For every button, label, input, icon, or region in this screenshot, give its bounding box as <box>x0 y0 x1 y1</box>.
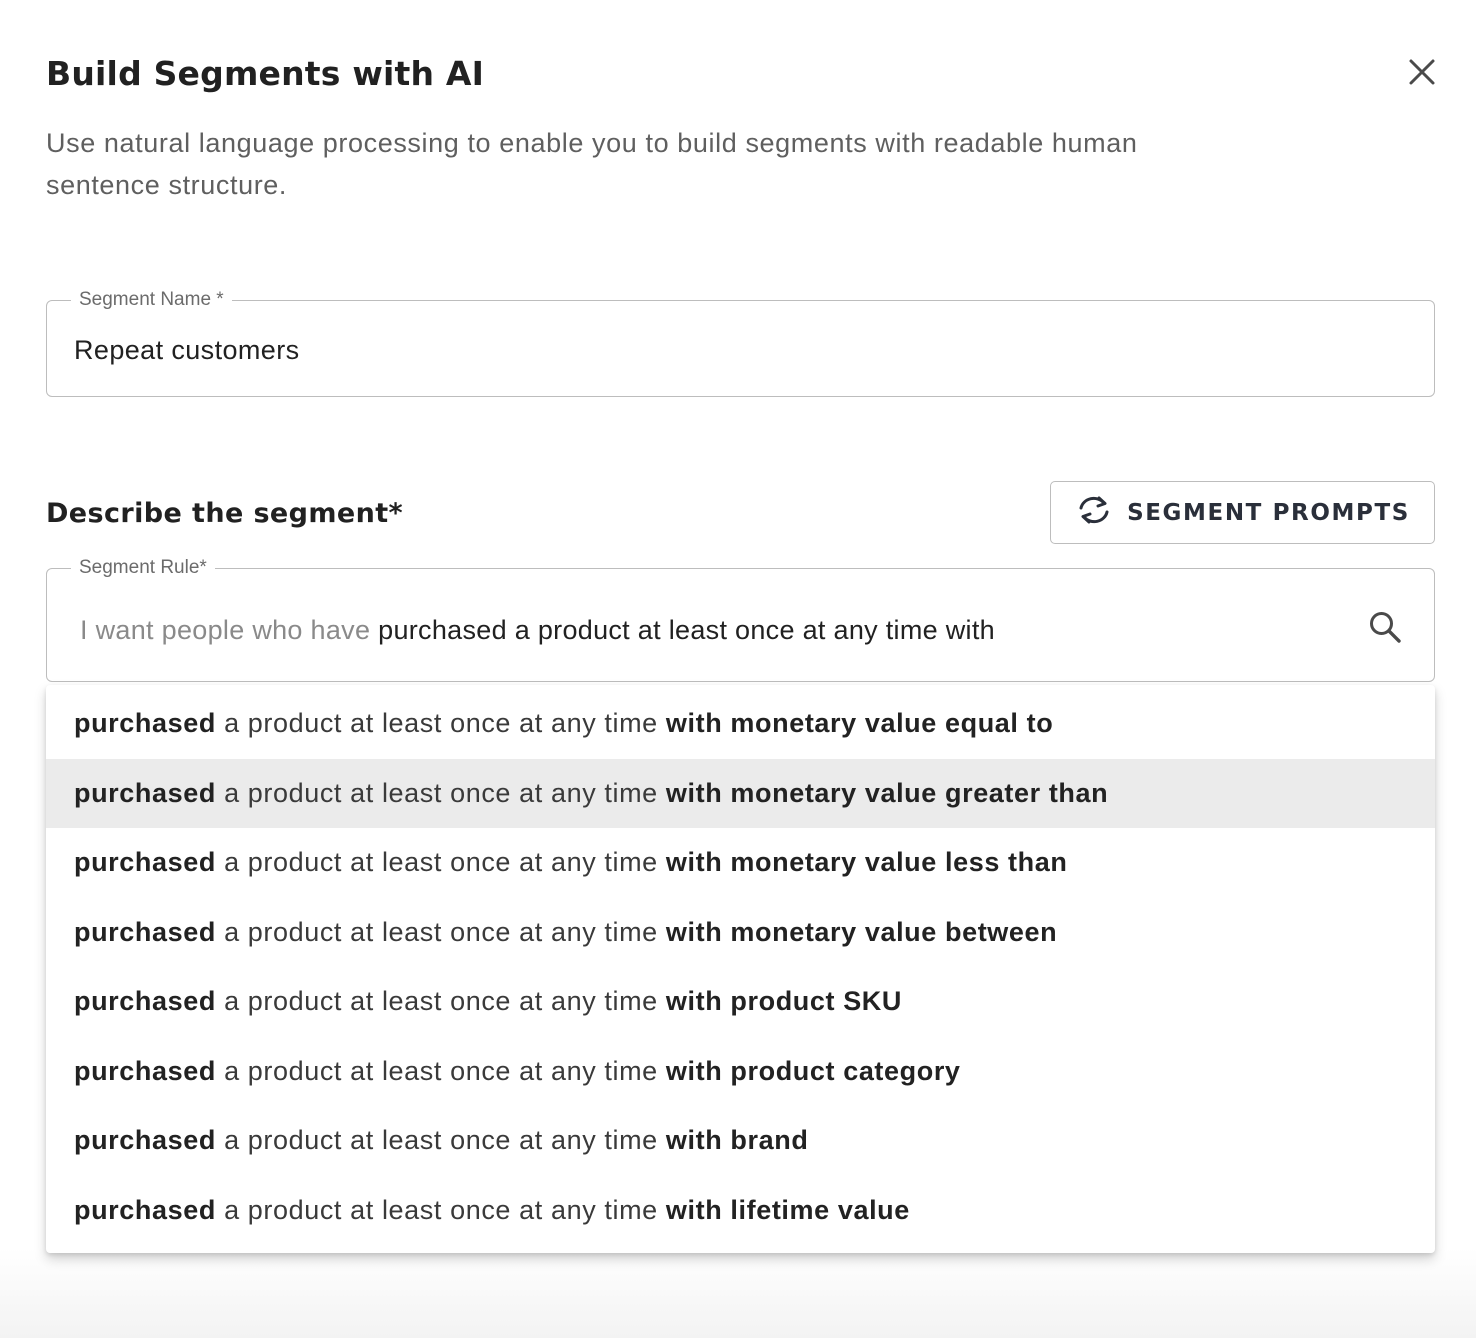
close-button[interactable] <box>1400 52 1444 96</box>
close-icon <box>1408 58 1436 91</box>
segment-name-input[interactable]: Repeat customers <box>74 330 300 370</box>
segment-rule-label: Segment Rule* <box>79 557 207 578</box>
suggestion-option[interactable]: purchased a product at least once at any… <box>46 689 1435 759</box>
refresh-icon <box>1075 494 1113 531</box>
suggestion-option[interactable]: purchased a product at least once at any… <box>46 1176 1435 1246</box>
segment-prompts-label: SEGMENT PROMPTS <box>1127 499 1410 526</box>
suggestion-option[interactable]: purchased a product at least once at any… <box>46 758 1435 828</box>
suggestion-option[interactable]: purchased a product at least once at any… <box>46 1037 1435 1107</box>
suggestion-option[interactable]: purchased a product at least once at any… <box>46 898 1435 968</box>
segment-name-label: Segment Name * <box>79 289 224 310</box>
describe-heading: Describe the segment* <box>46 498 404 529</box>
backdrop-fade <box>0 1248 1476 1338</box>
suggestions-dropdown: purchased a product at least once at any… <box>46 685 1435 1253</box>
suggestion-option[interactable]: purchased a product at least once at any… <box>46 828 1435 898</box>
segment-rule-prefix: I want people who have <box>80 615 371 645</box>
suggestion-option[interactable]: purchased a product at least once at any… <box>46 967 1435 1037</box>
dialog-description: Use natural language processing to enabl… <box>46 128 1138 200</box>
suggestion-option[interactable]: purchased a product at least once at any… <box>46 1106 1435 1176</box>
search-button[interactable] <box>1362 606 1408 652</box>
segment-prompts-button[interactable]: SEGMENT PROMPTS <box>1050 481 1435 544</box>
segment-rule-input[interactable]: I want people who have purchased a produ… <box>80 610 995 650</box>
search-icon <box>1368 610 1402 649</box>
segment-rule-value: purchased a product at least once at any… <box>378 615 995 645</box>
dialog-title: Build Segments with AI <box>46 54 485 93</box>
